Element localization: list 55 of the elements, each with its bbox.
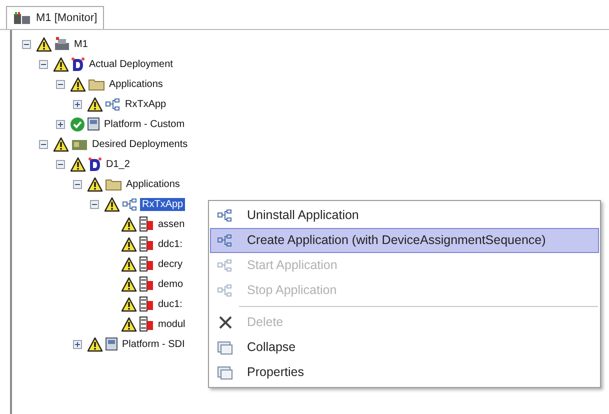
collapse-toggle[interactable] (56, 80, 65, 88)
menu-item[interactable]: Create Application (with DeviceAssignmentSequence) (210, 228, 599, 253)
collapse-toggle[interactable] (73, 180, 82, 188)
application-icon (122, 198, 138, 210)
tree-item[interactable]: demo (156, 278, 186, 290)
tree-item[interactable]: RxTxApp (140, 198, 186, 210)
tree-item[interactable]: M1 (72, 38, 90, 50)
monitor-tab[interactable]: M1 [Monitor] (6, 6, 104, 29)
tree-item[interactable]: assen (156, 218, 187, 230)
deployment-icon (71, 56, 85, 72)
platform-icon (105, 337, 118, 351)
delete-icon (218, 316, 232, 329)
deployment-icon (88, 156, 102, 172)
component-icon (139, 316, 154, 332)
platform-icon (87, 117, 100, 131)
application-icon (217, 208, 233, 222)
collapse-toggle[interactable] (39, 140, 48, 148)
monitor-icon (13, 11, 31, 25)
collapse-toggle[interactable] (39, 60, 48, 68)
component-icon (139, 256, 154, 272)
computer-icon (54, 37, 70, 51)
expand-toggle[interactable] (73, 100, 82, 108)
component-icon (139, 216, 154, 232)
application-icon (105, 98, 121, 110)
tree-item[interactable]: Desired Deployments (90, 138, 190, 150)
application-icon (217, 258, 233, 272)
component-icon (139, 296, 154, 312)
component-icon (139, 236, 154, 252)
window-icon (217, 366, 233, 380)
tree-item[interactable]: Applications (107, 78, 165, 90)
folder-icon (88, 78, 105, 90)
deployments-icon (71, 138, 88, 150)
collapse-toggle[interactable] (22, 40, 31, 48)
tree-item[interactable]: modul (156, 318, 188, 330)
menu-item[interactable]: Collapse (210, 335, 599, 360)
tree-item[interactable]: Actual Deployment (87, 58, 175, 70)
expand-toggle[interactable] (56, 120, 65, 128)
tree-item[interactable]: ddc1: (156, 238, 184, 250)
menu-item[interactable]: Properties (210, 360, 599, 385)
menu-item[interactable]: Uninstall Application (210, 203, 599, 228)
component-icon (139, 276, 154, 292)
tree-item[interactable]: D1_2 (104, 158, 132, 170)
tree-item[interactable]: duc1: (156, 298, 184, 310)
tree-item[interactable]: RxTxApp (123, 98, 168, 110)
tree-item[interactable]: Applications (124, 178, 182, 190)
collapse-toggle[interactable] (90, 200, 99, 208)
tree-item[interactable]: Platform - Custom (102, 118, 187, 130)
expand-toggle[interactable] (73, 340, 82, 348)
folder-icon (105, 178, 122, 190)
collapse-toggle[interactable] (56, 160, 65, 168)
application-icon (217, 284, 233, 298)
window-icon (217, 340, 233, 354)
tree-item[interactable]: Platform - SDI (120, 338, 187, 350)
application-icon (217, 234, 233, 248)
tree-item[interactable]: decry (156, 258, 184, 270)
